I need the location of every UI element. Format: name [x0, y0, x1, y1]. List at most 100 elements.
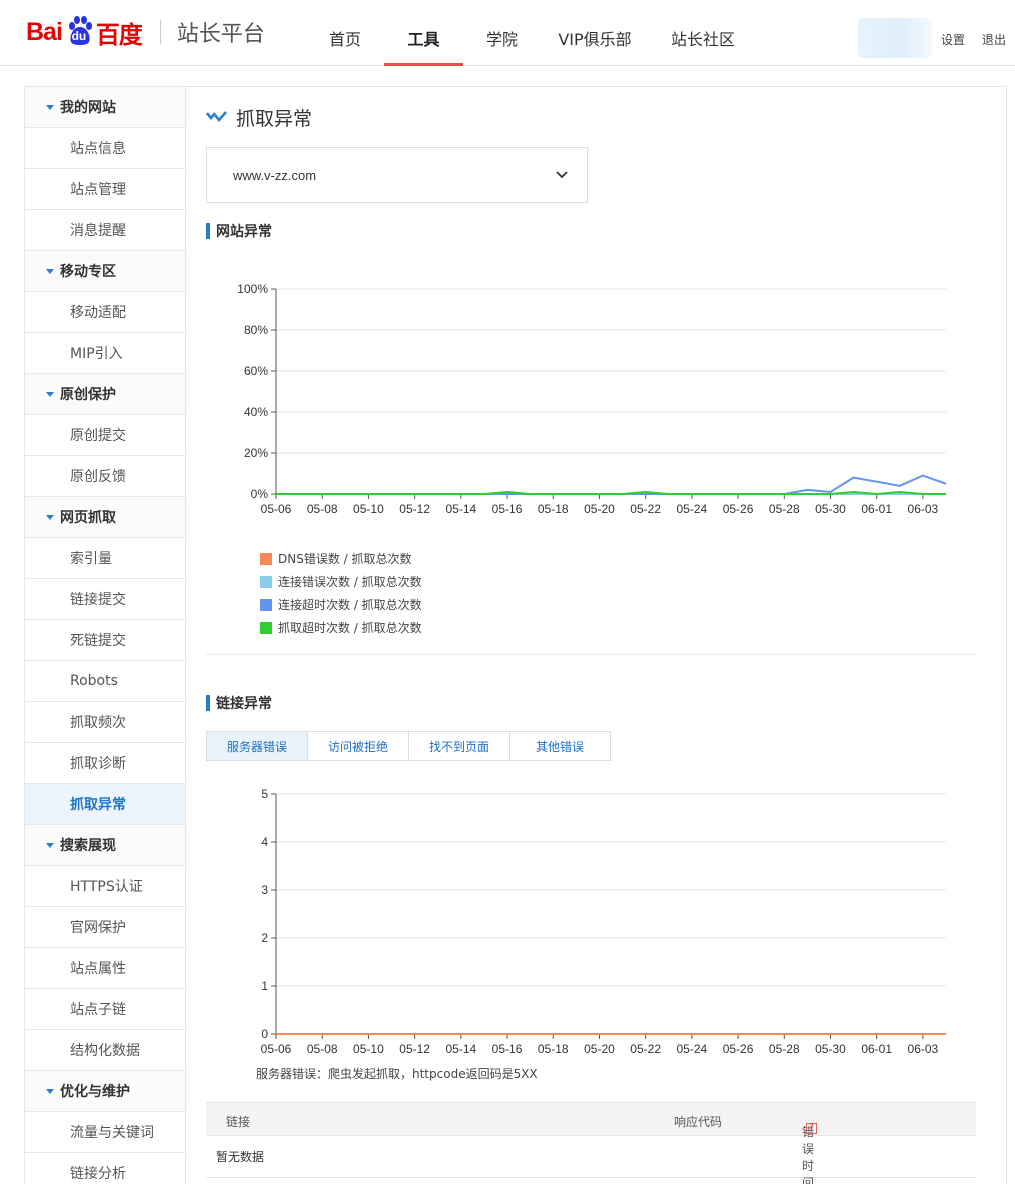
sidebar-item-crawl-diagnose[interactable]: 抓取诊断 [25, 743, 185, 784]
paw-icon: du [63, 16, 95, 48]
y-tick-label: 60% [244, 364, 268, 378]
logo-divider [159, 20, 161, 44]
sidebar-group-mobile[interactable]: 移动专区 [25, 251, 185, 292]
tab-not-found[interactable]: 找不到页面 [408, 731, 510, 761]
section-divider [206, 654, 976, 655]
sidebar-item-structured-data[interactable]: 结构化数据 [25, 1030, 185, 1071]
x-tick-label: 05-20 [584, 1042, 615, 1056]
x-tick-label: 05-16 [492, 1042, 523, 1056]
section-title-text: 网站异常 [216, 224, 272, 240]
link-errors-chart: 0 1 2 3 4 5 05-06 05-08 05-10 05-12 05-14 05-16 05-1… [261, 787, 946, 1056]
baidu-logo[interactable]: Bai du 百度 站长平台 [26, 10, 265, 54]
sidebar-item-traffic-keywords[interactable]: 流量与关键词 [25, 1112, 185, 1153]
sidebar-item-crawl-errors[interactable]: 抓取异常 [25, 784, 185, 825]
y-tick-label: 20% [244, 446, 268, 460]
section-bar [206, 223, 210, 239]
sidebar-item-site-attr[interactable]: 站点属性 [25, 948, 185, 989]
sidebar-item-index[interactable]: 索引量 [25, 538, 185, 579]
legend-swatch [260, 598, 272, 611]
main-nav: 首页 工具 学院 VIP俱乐部 站长社区 [310, 0, 757, 66]
sidebar-item-robots[interactable]: Robots [25, 661, 185, 702]
logout-link[interactable]: 退出 [982, 31, 1006, 48]
legend-swatch [260, 552, 272, 565]
y-tick-label: 100% [237, 282, 268, 296]
site-select[interactable]: www.v-zz.com [206, 147, 588, 203]
site-select-value: www.v-zz.com [233, 167, 317, 183]
sidebar-item-site-manage[interactable]: 站点管理 [25, 169, 185, 210]
title-icon [206, 111, 227, 123]
sidebar-group-crawl[interactable]: 网页抓取 [25, 497, 185, 538]
sidebar-group-label: 原创保护 [60, 387, 116, 403]
chevron-down-icon [556, 171, 568, 179]
sidebar-item-site-info[interactable]: 站点信息 [25, 128, 185, 169]
help-icon[interactable]: ? [806, 1123, 817, 1134]
y-tick-label: 2 [261, 931, 268, 945]
x-tick-label: 06-01 [861, 502, 892, 516]
y-tick-label: 5 [261, 787, 268, 801]
tab-access-denied[interactable]: 访问被拒绝 [307, 731, 409, 761]
sidebar-group-label: 移动专区 [60, 264, 116, 280]
x-tick-label: 05-18 [538, 1042, 569, 1056]
col-link: 链接 [226, 1115, 251, 1129]
sidebar-item-sitelinks[interactable]: 站点子链 [25, 989, 185, 1030]
sidebar-item-mip[interactable]: MIP引入 [25, 333, 185, 374]
legend-item[interactable]: 连接超时次数 / 抓取总次数 [260, 593, 422, 616]
x-tick-label: 05-08 [307, 502, 338, 516]
nav-academy[interactable]: 学院 [463, 0, 541, 66]
legend-label: 连接错误次数 / 抓取总次数 [278, 575, 422, 589]
x-tick-label: 05-14 [445, 1042, 476, 1056]
tab-other-errors[interactable]: 其他错误 [509, 731, 611, 761]
legend-item[interactable]: 连接错误次数 / 抓取总次数 [260, 570, 422, 593]
x-tick-label: 06-03 [908, 502, 939, 516]
nav-vip-club[interactable]: VIP俱乐部 [541, 0, 649, 66]
error-type-tabs: 服务器错误 访问被拒绝 找不到页面 其他错误 [206, 731, 611, 761]
legend-label: 抓取超时次数 / 抓取总次数 [278, 621, 422, 635]
avatar[interactable] [858, 18, 932, 58]
sidebar-item-deadlink-submit[interactable]: 死链提交 [25, 620, 185, 661]
x-tick-label: 05-06 [261, 502, 292, 516]
legend-item[interactable]: 抓取超时次数 / 抓取总次数 [260, 616, 422, 639]
x-tick-label: 06-03 [908, 1042, 939, 1056]
x-tick-label: 06-01 [861, 1042, 892, 1056]
sidebar-item-original-feedback[interactable]: 原创反馈 [25, 456, 185, 497]
sidebar-group-label: 优化与维护 [60, 1084, 130, 1100]
caret-down-icon [46, 1088, 54, 1094]
site-errors-chart: 0% 20% 40% 60% 80% 100% 05-06 05-08 05-10 05-12 05… [237, 282, 947, 516]
page-title-text: 抓取异常 [236, 107, 313, 130]
tab-server-error[interactable]: 服务器错误 [206, 731, 308, 761]
section-site-errors: 网站异常 [206, 222, 272, 240]
sidebar-item-mobile-adapt[interactable]: 移动适配 [25, 292, 185, 333]
x-tick-label: 05-30 [815, 1042, 846, 1056]
page-title: 抓取异常 [206, 105, 313, 130]
sidebar-item-link-submit[interactable]: 链接提交 [25, 579, 185, 620]
y-tick-label: 1 [261, 979, 268, 993]
legend-item[interactable]: DNS错误数 / 抓取总次数 [260, 547, 422, 570]
x-tick-label: 05-10 [353, 502, 384, 516]
sidebar-group-optimize[interactable]: 优化与维护 [25, 1071, 185, 1112]
sidebar-item-https[interactable]: HTTPS认证 [25, 866, 185, 907]
sidebar-item-link-analysis[interactable]: 链接分析 [25, 1153, 185, 1184]
nav-tools[interactable]: 工具 [384, 0, 463, 66]
sidebar-item-official-protect[interactable]: 官网保护 [25, 907, 185, 948]
section-bar [206, 695, 210, 711]
caret-down-icon [46, 514, 54, 520]
nav-home[interactable]: 首页 [310, 0, 380, 66]
y-tick-label: 40% [244, 405, 268, 419]
x-tick-label: 05-20 [584, 502, 615, 516]
sidebar-item-original-submit[interactable]: 原创提交 [25, 415, 185, 456]
settings-link[interactable]: 设置 [941, 31, 965, 48]
nav-community[interactable]: 站长社区 [649, 0, 757, 66]
legend-label: 连接超时次数 / 抓取总次数 [278, 598, 422, 612]
sidebar-group-search-display[interactable]: 搜索展现 [25, 825, 185, 866]
logo-bai: Bai [26, 17, 63, 46]
x-tick-label: 05-22 [630, 1042, 661, 1056]
sidebar-item-messages[interactable]: 消息提醒 [25, 210, 185, 251]
x-tick-label: 05-12 [399, 1042, 430, 1056]
x-tick-label: 05-18 [538, 502, 569, 516]
x-tick-label: 05-24 [677, 502, 708, 516]
sidebar-group-my-sites[interactable]: 我的网站 [25, 87, 185, 128]
sidebar-group-original[interactable]: 原创保护 [25, 374, 185, 415]
sidebar-item-crawl-frequency[interactable]: 抓取频次 [25, 702, 185, 743]
x-tick-label: 05-28 [769, 1042, 800, 1056]
chart-note: 服务器错误：爬虫发起抓取，httpcode返回码是5XX [256, 1067, 538, 1081]
